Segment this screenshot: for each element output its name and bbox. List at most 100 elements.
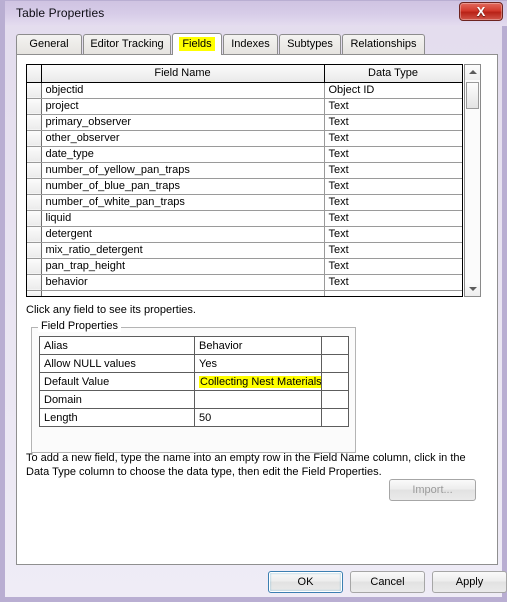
property-row[interactable]: Default Value Collecting Nest Materials [39,372,349,391]
table-row[interactable]: mix_ratio_detergent Text [27,242,462,259]
row-selector-header [27,65,42,83]
property-extra[interactable] [321,354,349,373]
row-selector[interactable] [27,226,42,243]
table-row[interactable]: primary_observer Text [27,114,462,131]
cell-field-name[interactable]: other_observer [41,130,325,147]
row-selector[interactable] [27,290,42,296]
tab-subtypes[interactable]: Subtypes [279,34,341,54]
property-value[interactable] [194,390,322,409]
table-row[interactable]: number_of_white_pan_traps Text [27,194,462,211]
cell-data-type[interactable]: Text [324,274,462,291]
row-selector[interactable] [27,210,42,227]
property-row[interactable]: Allow NULL values Yes [39,354,349,373]
tab-fields[interactable]: Fields [172,33,222,55]
table-row[interactable]: objectid Object ID [27,82,462,99]
table-row[interactable]: number_of_blue_pan_traps Text [27,178,462,195]
tab-general[interactable]: General [16,34,82,54]
cancel-button[interactable]: Cancel [350,571,425,593]
row-selector[interactable] [27,146,42,163]
field-properties-table: Alias Behavior Allow NULL values Yes Def… [39,336,349,427]
cell-field-name[interactable] [41,290,325,296]
row-selector[interactable] [27,242,42,259]
cell-data-type[interactable]: Text [324,146,462,163]
tab-relationships[interactable]: Relationships [342,34,425,54]
property-name: Domain [39,390,195,409]
cell-data-type[interactable]: Text [324,210,462,227]
property-extra[interactable] [321,408,349,427]
cell-data-type[interactable]: Text [324,162,462,179]
fields-table-header: Field Name Data Type [27,65,462,83]
table-row[interactable]: detergent Text [27,226,462,243]
cell-field-name[interactable]: detergent [41,226,325,243]
tab-label: Relationships [350,38,417,50]
row-selector[interactable] [27,194,42,211]
table-row-empty[interactable] [27,290,462,296]
property-value[interactable]: 50 [194,408,322,427]
scrollbar-thumb[interactable] [466,82,479,109]
cell-field-name[interactable]: objectid [41,82,325,99]
property-name: Default Value [39,372,195,391]
scroll-down-arrow-icon[interactable] [465,281,480,296]
cell-field-name[interactable]: primary_observer [41,114,325,131]
property-row[interactable]: Alias Behavior [39,336,349,355]
cell-data-type[interactable]: Text [324,194,462,211]
cell-field-name[interactable]: number_of_white_pan_traps [41,194,325,211]
scroll-up-arrow-icon[interactable] [465,65,480,80]
cell-data-type[interactable] [324,290,462,296]
property-value-default[interactable]: Collecting Nest Materials [194,372,322,391]
cell-field-name[interactable]: number_of_blue_pan_traps [41,178,325,195]
cell-field-name[interactable]: number_of_yellow_pan_traps [41,162,325,179]
row-selector[interactable] [27,258,42,275]
grid-vertical-scrollbar[interactable] [464,64,481,297]
property-value[interactable]: Behavior [194,336,322,355]
cell-data-type[interactable]: Text [324,178,462,195]
property-extra[interactable] [321,390,349,409]
table-row[interactable]: other_observer Text [27,130,462,147]
row-selector[interactable] [27,82,42,99]
property-value[interactable]: Yes [194,354,322,373]
property-row[interactable]: Length 50 [39,408,349,427]
tab-label: Fields [179,37,215,51]
column-header-data-type[interactable]: Data Type [324,65,462,83]
property-extra[interactable] [321,372,349,391]
table-row[interactable]: project Text [27,98,462,115]
property-row[interactable]: Domain [39,390,349,409]
cell-data-type[interactable]: Text [324,258,462,275]
table-row[interactable]: number_of_yellow_pan_traps Text [27,162,462,179]
tab-indexes[interactable]: Indexes [223,34,278,54]
import-button[interactable]: Import... [389,479,476,501]
row-selector[interactable] [27,114,42,131]
table-row[interactable]: behavior Text [27,274,462,291]
cell-field-name[interactable]: project [41,98,325,115]
cell-data-type[interactable]: Text [324,130,462,147]
property-name: Allow NULL values [39,354,195,373]
row-selector[interactable] [27,178,42,195]
cell-field-name[interactable]: pan_trap_height [41,258,325,275]
table-row[interactable]: liquid Text [27,210,462,227]
close-button[interactable]: X [459,2,503,21]
tab-editor-tracking[interactable]: Editor Tracking [83,34,171,54]
row-selector[interactable] [27,274,42,291]
cell-field-name[interactable]: date_type [41,146,325,163]
fields-tab-panel: Field Name Data Type objectid Object ID p… [16,54,498,565]
row-selector[interactable] [27,98,42,115]
instruction-text: To add a new field, type the name into a… [26,452,466,478]
table-row[interactable]: pan_trap_height Text [27,258,462,275]
column-header-field-name[interactable]: Field Name [41,65,325,83]
cell-data-type[interactable]: Text [324,242,462,259]
fields-grid[interactable]: Field Name Data Type objectid Object ID p… [26,64,463,297]
field-properties-label: Field Properties [38,320,122,332]
cell-data-type[interactable]: Text [324,226,462,243]
table-row[interactable]: date_type Text [27,146,462,163]
row-selector[interactable] [27,162,42,179]
cell-data-type[interactable]: Text [324,114,462,131]
apply-button[interactable]: Apply [432,571,507,593]
ok-button[interactable]: OK [268,571,343,593]
property-extra[interactable] [321,336,349,355]
cell-field-name[interactable]: mix_ratio_detergent [41,242,325,259]
cell-field-name[interactable]: liquid [41,210,325,227]
cell-data-type[interactable]: Text [324,98,462,115]
row-selector[interactable] [27,130,42,147]
cell-data-type[interactable]: Object ID [324,82,462,99]
cell-field-name[interactable]: behavior [41,274,325,291]
